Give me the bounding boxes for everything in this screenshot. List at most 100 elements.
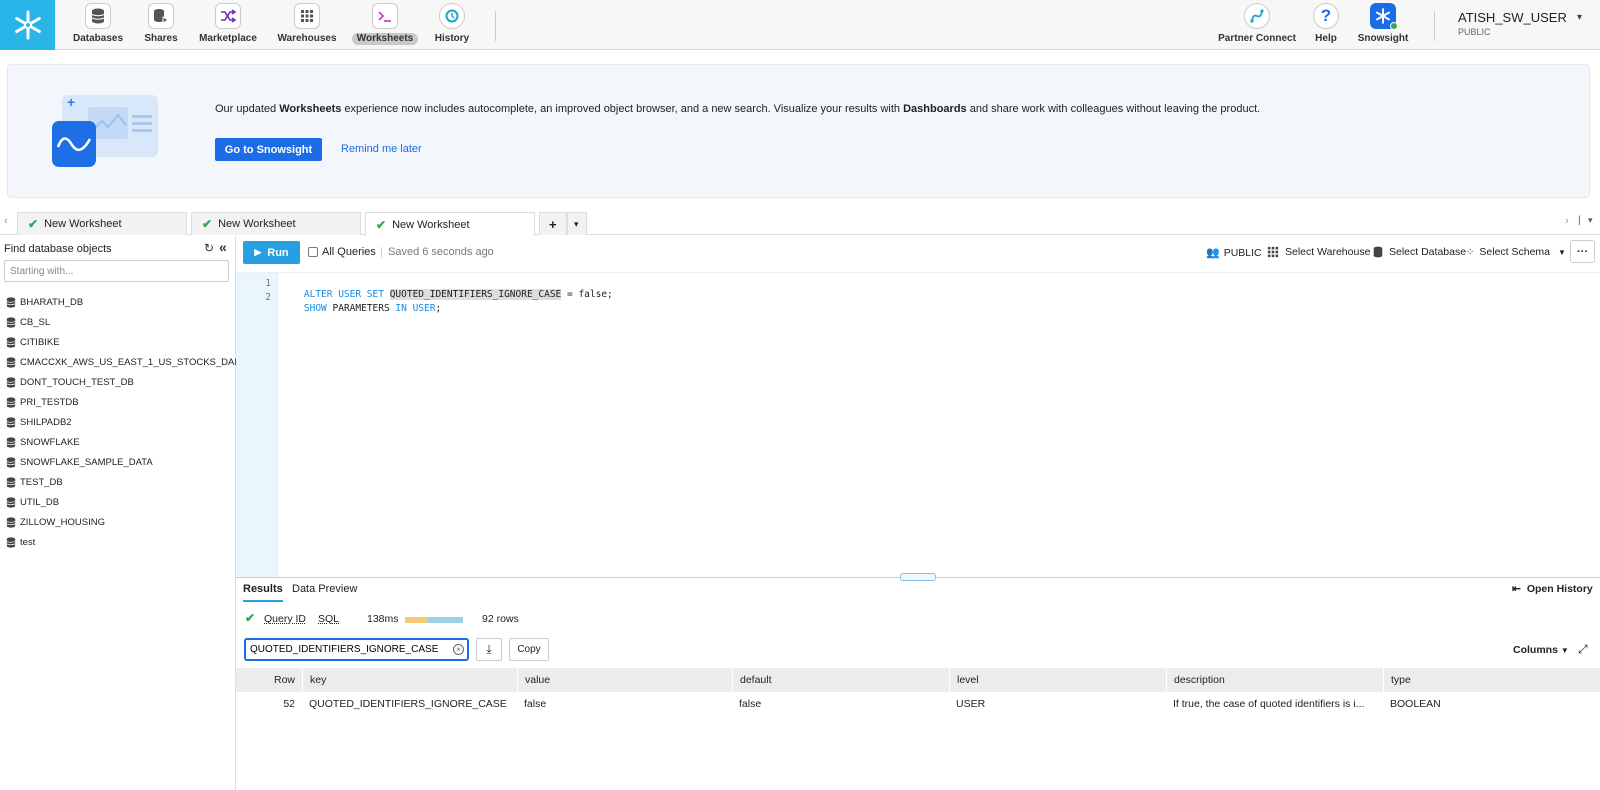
database-selector[interactable]: Select Database: [1373, 246, 1466, 258]
tab-label: New Worksheet: [44, 218, 122, 230]
database-item-label: CITIBIKE: [20, 336, 60, 348]
sql-link[interactable]: SQL: [318, 613, 339, 625]
database-item-label: PRI_TESTDB: [20, 396, 79, 408]
database-item-label: UTIL_DB: [20, 496, 60, 508]
snowsight-promo-banner: + Our updated Worksheets experience now …: [7, 64, 1590, 198]
column-header[interactable]: value: [517, 668, 732, 692]
tab-worksheet-3[interactable]: ✔ New Worksheet: [365, 212, 535, 236]
database-item[interactable]: DONT_TOUCH_TEST_DB: [6, 375, 134, 389]
warehouse-selector[interactable]: Select Warehouse: [1267, 246, 1370, 258]
caret-down-icon[interactable]: ▾: [1588, 215, 1593, 226]
results-filter-input[interactable]: [244, 638, 469, 661]
database-item[interactable]: CMACCXK_AWS_US_EAST_1_US_STOCKS_DAILY: [6, 355, 248, 369]
partner-connect-icon: [1244, 3, 1270, 29]
clear-icon[interactable]: ×: [453, 644, 464, 655]
nav-divider: [495, 11, 496, 41]
collapse-sidebar-icon[interactable]: «: [219, 239, 227, 255]
column-header[interactable]: default: [732, 668, 949, 692]
nav-label: Worksheets: [351, 33, 419, 45]
user-menu[interactable]: ATISH_SW_USER PUBLIC: [1458, 10, 1567, 37]
columns-menu[interactable]: Columns ▼: [1513, 644, 1569, 656]
run-label: Run: [267, 246, 289, 259]
sql-editor[interactable]: 1 2 ALTER USER SET QUOTED_IDENTIFIERS_IG…: [236, 272, 1600, 578]
expand-icon[interactable]: ⤢: [1578, 642, 1588, 657]
chevron-left-icon[interactable]: ‹: [4, 215, 8, 227]
column-header[interactable]: level: [949, 668, 1166, 692]
database-item[interactable]: UTIL_DB: [6, 495, 59, 509]
query-duration: 138ms: [367, 613, 399, 625]
nav-label: Partner Connect: [1218, 33, 1296, 44]
remind-me-later-link[interactable]: Remind me later: [341, 143, 422, 155]
column-header[interactable]: Row: [236, 668, 302, 692]
tab-results[interactable]: Results: [243, 583, 283, 602]
role-label: PUBLIC: [1223, 246, 1262, 259]
nav-history[interactable]: History: [430, 0, 474, 50]
query-id-link[interactable]: Query ID: [264, 613, 306, 625]
nav-databases[interactable]: Databases: [73, 0, 123, 50]
column-header[interactable]: type: [1383, 668, 1600, 692]
chevron-down-icon[interactable]: ▾: [1577, 12, 1582, 23]
nav-help[interactable]: ? Help: [1311, 0, 1341, 50]
check-icon: ✔: [376, 217, 387, 232]
table-cell: USER: [956, 698, 986, 710]
database-item[interactable]: PRI_TESTDB: [6, 395, 79, 409]
banner-message: Our updated Worksheets experience now in…: [215, 103, 1261, 115]
chevron-right-icon[interactable]: ›: [1565, 215, 1569, 227]
nav-partner-connect[interactable]: Partner Connect: [1217, 0, 1297, 50]
copy-button[interactable]: Copy: [509, 638, 549, 661]
table-header: Row key value default level description …: [236, 668, 1600, 692]
more-options-button[interactable]: ···: [1570, 240, 1595, 263]
tab-worksheet-2[interactable]: ✔ New Worksheet: [191, 212, 361, 235]
more-icon: ···: [1577, 245, 1588, 258]
run-button[interactable]: ▶ Run: [243, 241, 300, 264]
database-icon: [6, 476, 16, 488]
snowflake-logo-icon[interactable]: [0, 0, 55, 50]
role-selector[interactable]: 👥 PUBLIC: [1206, 246, 1262, 260]
database-item[interactable]: CB_SL: [6, 315, 50, 329]
nav-warehouses[interactable]: Warehouses: [274, 0, 340, 50]
warehouse-label: Select Warehouse: [1285, 246, 1371, 258]
caret-down-icon: ▼: [1560, 646, 1569, 655]
download-icon: ⤓: [486, 642, 492, 656]
database-item-label: SNOWFLAKE: [20, 436, 80, 448]
worksheet-menu-button[interactable]: ▾: [567, 212, 587, 235]
open-history-button[interactable]: ⇤ Open History: [1512, 583, 1593, 595]
table-cell: If true, the case of quoted identifiers …: [1173, 698, 1365, 710]
nav-worksheets[interactable]: Worksheets: [351, 0, 419, 50]
refresh-icon[interactable]: ↻: [204, 241, 214, 255]
database-item[interactable]: SNOWFLAKE_SAMPLE_DATA: [6, 455, 153, 469]
user-name: ATISH_SW_USER: [1458, 10, 1567, 25]
database-item[interactable]: test: [6, 535, 35, 549]
nav-snowsight[interactable]: Snowsight: [1354, 0, 1412, 50]
success-check-icon: ✔: [245, 611, 256, 625]
database-icon: [6, 296, 16, 308]
column-header[interactable]: key: [302, 668, 517, 692]
database-icon: [6, 536, 16, 548]
go-to-snowsight-button[interactable]: Go to Snowsight: [215, 138, 322, 161]
add-worksheet-button[interactable]: +: [539, 212, 567, 235]
database-item[interactable]: SNOWFLAKE: [6, 435, 80, 449]
table-cell: false: [739, 698, 762, 710]
schema-selector[interactable]: ⁘ Select Schema ▼: [1466, 246, 1566, 258]
check-icon: ✔: [28, 217, 39, 231]
object-search-input[interactable]: [4, 260, 229, 282]
database-item[interactable]: SHILPADB2: [6, 415, 72, 429]
tab-data-preview[interactable]: Data Preview: [292, 583, 357, 600]
nav-shares[interactable]: Shares: [140, 0, 182, 50]
database-item[interactable]: TEST_DB: [6, 475, 63, 489]
worksheet-terminal-icon: [372, 3, 398, 29]
column-header[interactable]: description: [1166, 668, 1383, 692]
resize-handle[interactable]: [900, 573, 936, 581]
tab-worksheet-1[interactable]: ✔ New Worksheet: [17, 212, 187, 235]
nav-marketplace[interactable]: Marketplace: [197, 0, 259, 50]
database-icon: [6, 416, 16, 428]
shared-database-icon: [6, 356, 16, 368]
top-navigation-bar: Databases Shares Marketplace Warehouses …: [0, 0, 1600, 50]
all-queries-checkbox[interactable]: [308, 247, 318, 257]
database-item[interactable]: BHARATH_DB: [6, 295, 83, 309]
download-button[interactable]: ⤓: [476, 638, 502, 661]
database-item[interactable]: ZILLOW_HOUSING: [6, 515, 105, 529]
nav-divider: [1434, 11, 1435, 41]
all-queries-option[interactable]: All Queries: [308, 246, 376, 258]
database-item[interactable]: CITIBIKE: [6, 335, 60, 349]
